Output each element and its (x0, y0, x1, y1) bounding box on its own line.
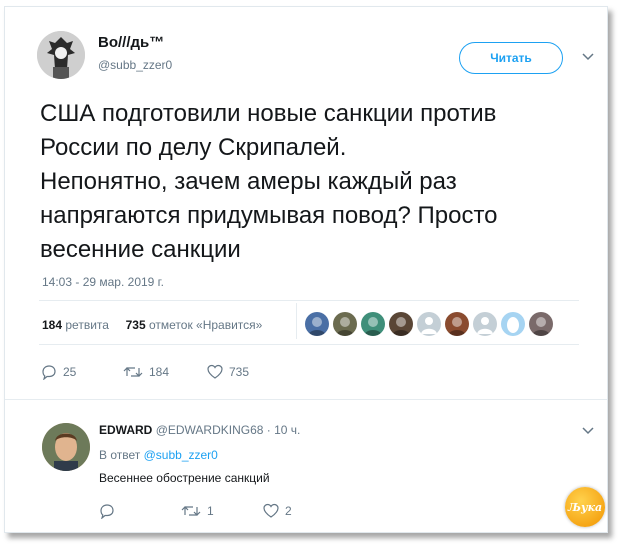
reply-retweet-action[interactable]: 1 (181, 503, 214, 519)
heart-icon (263, 503, 279, 518)
reply-icon (100, 504, 114, 519)
tweet-card: Во///дь™ @subb_zzer0 Читать США подготов… (4, 6, 608, 533)
default-avatar[interactable] (417, 312, 441, 336)
divider (39, 300, 579, 301)
reply-time[interactable]: · 10 ч. (267, 423, 301, 437)
reply-count: 25 (63, 365, 77, 379)
follow-button[interactable]: Читать (459, 42, 563, 74)
author-handle[interactable]: @subb_zzer0 (98, 58, 172, 72)
reply-action[interactable]: 25 (41, 364, 76, 380)
liker-avatar-9[interactable] (529, 312, 553, 336)
reply-author-name[interactable]: EDWARD (99, 423, 152, 437)
divider (39, 344, 579, 345)
reply-like-count: 2 (285, 504, 292, 518)
reply-author-handle[interactable]: @EDWARDKING68 (156, 423, 264, 437)
liker-avatar-1[interactable] (305, 312, 329, 336)
divider (296, 303, 297, 339)
liker-avatar-3[interactable] (361, 312, 385, 336)
tweet-stats: 184 ретвита 735 отметок «Нравится» (42, 318, 262, 332)
chevron-down-icon[interactable] (581, 52, 595, 62)
liker-avatar-6[interactable] (445, 312, 469, 336)
retweet-stat[interactable]: 184 ретвита (42, 318, 109, 332)
reply-retweet-count: 1 (207, 504, 214, 518)
retweet-icon (123, 367, 143, 377)
retweet-count: 184 (149, 365, 170, 379)
reply-like-action[interactable]: 2 (263, 503, 292, 519)
egg-avatar[interactable] (501, 312, 525, 336)
liker-avatar-2[interactable] (333, 312, 357, 336)
heart-icon (207, 364, 223, 379)
watermark-logo: Љука (565, 487, 605, 527)
retweet-action[interactable]: 184 (123, 364, 169, 380)
like-count: 735 (229, 365, 250, 379)
tweet-text: США подготовили новые санкции против Рос… (40, 100, 498, 263)
default-avatar[interactable] (473, 312, 497, 336)
reply-author-line: EDWARD @EDWARDKING68 · 10 ч. (99, 423, 300, 437)
liker-avatar-4[interactable] (389, 312, 413, 336)
reply-reply-action[interactable] (99, 503, 121, 519)
reply-author-avatar[interactable] (42, 423, 90, 471)
chevron-down-icon[interactable] (581, 426, 595, 436)
like-action[interactable]: 735 (207, 364, 249, 380)
reply-icon (42, 365, 56, 380)
retweet-icon (181, 506, 201, 516)
in-reply-to-handle[interactable]: @subb_zzer0 (144, 448, 218, 462)
author-avatar[interactable] (37, 31, 85, 79)
tweet-timestamp[interactable]: 14:03 - 29 мар. 2019 г. (42, 275, 164, 289)
divider (5, 399, 607, 400)
in-reply-to: В ответ @subb_zzer0 (99, 448, 218, 462)
like-stat[interactable]: 735 отметок «Нравится» (126, 318, 263, 332)
author-name[interactable]: Во///дь™ (98, 34, 164, 51)
reply-text: Весеннее обострение санкций (99, 471, 270, 485)
